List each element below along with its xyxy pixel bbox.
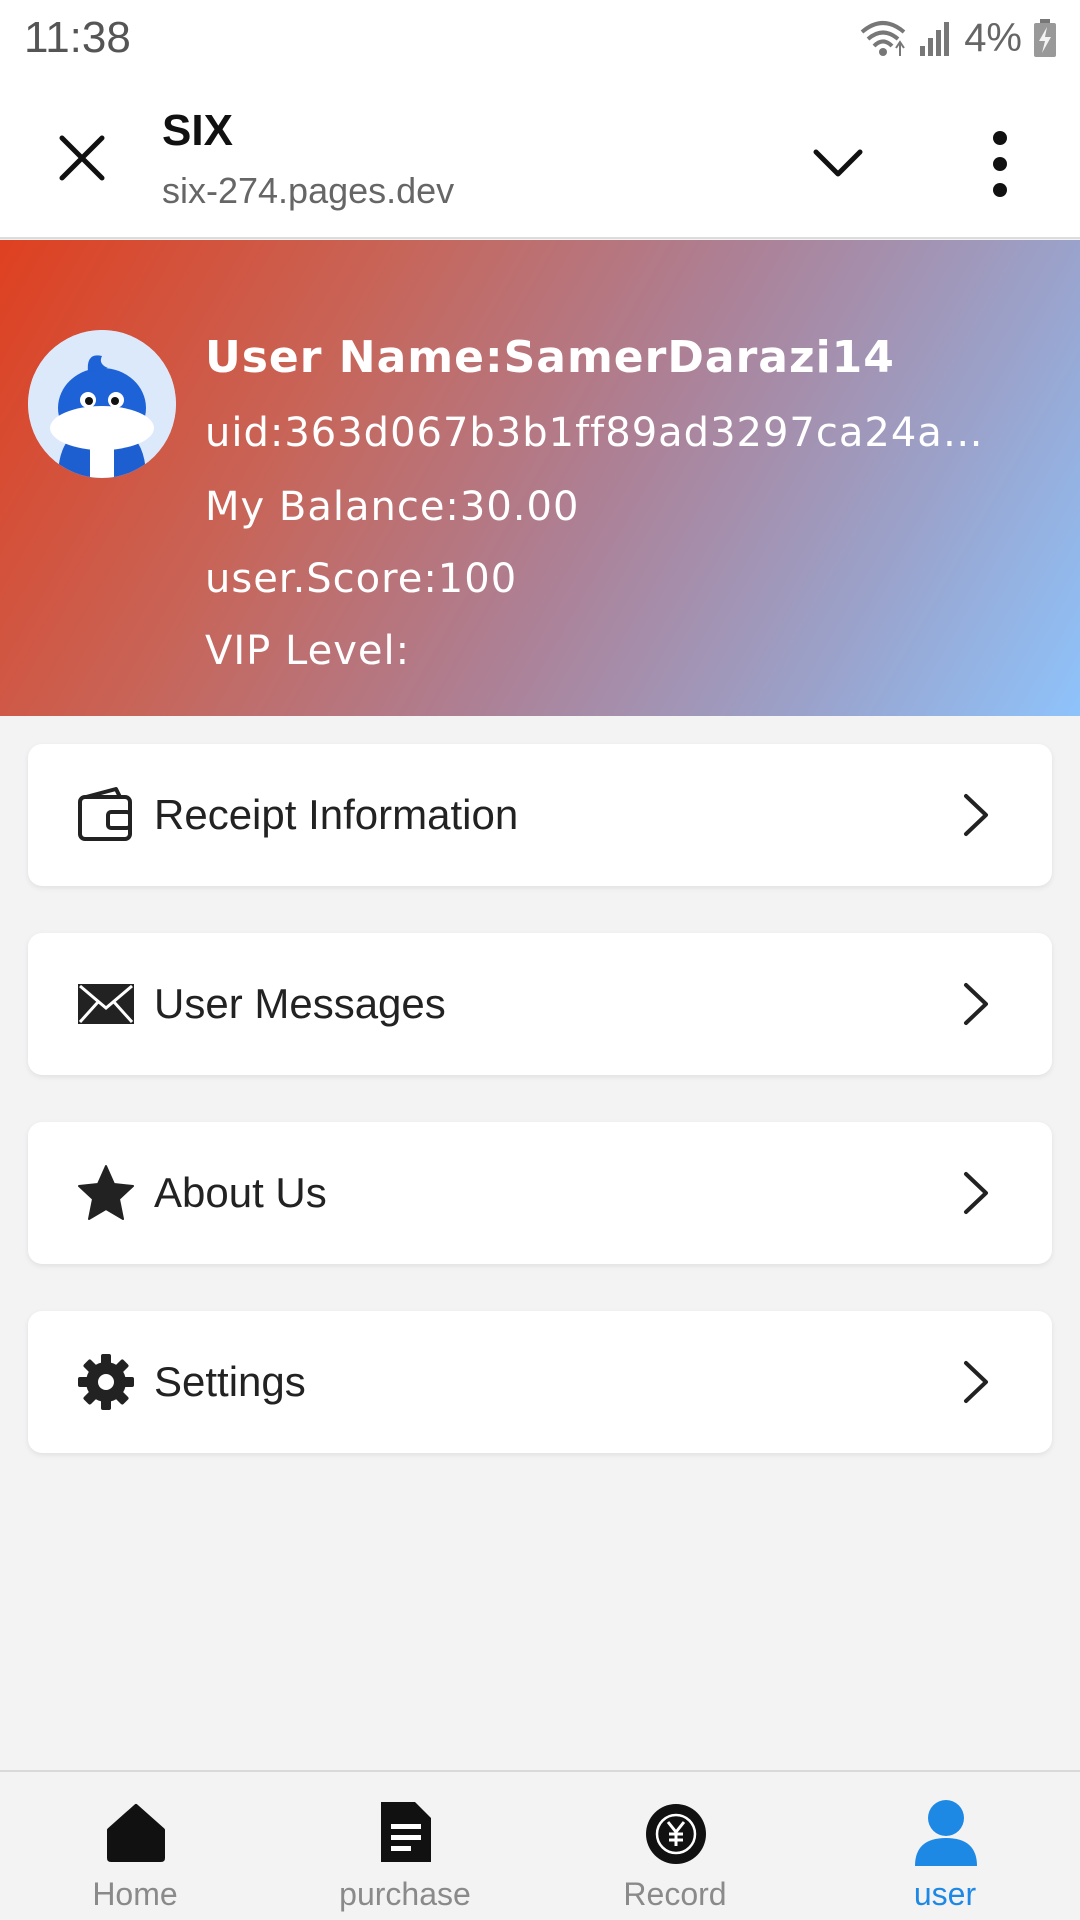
- gear-icon: [78, 1354, 134, 1410]
- nav-user[interactable]: user: [810, 1772, 1080, 1920]
- user-icon: [915, 1800, 977, 1866]
- user-uid: uid:363d067b3b1ff89ad3297ca24a…: [205, 410, 984, 456]
- nav-label: user: [913, 1876, 977, 1912]
- nav-home[interactable]: Home: [0, 1772, 270, 1920]
- document-icon: [381, 1802, 431, 1862]
- chevron-right-icon: [964, 1361, 988, 1403]
- menu-item-about-us[interactable]: About Us: [28, 1122, 1052, 1264]
- user-score: user.Score:100: [205, 556, 518, 602]
- profile-header: User Name:SamerDarazi14 uid:363d067b3b1f…: [0, 240, 1080, 716]
- signal-icon: [920, 22, 950, 56]
- nav-label: Record: [623, 1876, 727, 1912]
- browser-header: SIX six-274.pages.dev: [0, 76, 1080, 239]
- chevron-right-icon: [964, 983, 988, 1025]
- menu-item-label: Receipt Information: [154, 791, 519, 838]
- nav-record[interactable]: Record: [540, 1772, 810, 1920]
- mascot-avatar-icon: [28, 330, 176, 478]
- menu-item-label: User Messages: [154, 980, 446, 1027]
- battery-charging-icon: [1034, 19, 1056, 57]
- status-bar: 11:38 4%: [0, 0, 1080, 76]
- nav-label: purchase: [339, 1876, 471, 1912]
- menu-item-label: About Us: [154, 1169, 327, 1216]
- envelope-icon: [78, 984, 134, 1024]
- nav-label: Home: [92, 1876, 178, 1912]
- menu-item-label: Settings: [154, 1358, 306, 1405]
- vip-level: VIP Level:: [205, 628, 411, 674]
- bottom-nav: Home purchase Record user: [0, 1770, 1080, 1920]
- close-icon[interactable]: [52, 128, 112, 188]
- battery-percent: 4%: [964, 15, 1022, 60]
- wallet-icon: [78, 787, 132, 841]
- chevron-down-icon[interactable]: [810, 136, 866, 192]
- star-icon: [78, 1165, 134, 1220]
- wifi-icon: [860, 21, 906, 56]
- yuan-coin-icon: [646, 1804, 706, 1864]
- status-time: 11:38: [24, 13, 131, 62]
- chevron-right-icon: [964, 1172, 988, 1214]
- nav-purchase[interactable]: purchase: [270, 1772, 540, 1920]
- menu-item-receipt-information[interactable]: Receipt Information: [28, 744, 1052, 886]
- user-balance: My Balance:30.00: [205, 484, 580, 530]
- menu-item-user-messages[interactable]: User Messages: [28, 933, 1052, 1075]
- user-name: User Name:SamerDarazi14: [205, 332, 895, 383]
- status-icons: 4%: [858, 16, 1058, 61]
- avatar: [28, 330, 176, 478]
- page-url: six-274.pages.dev: [162, 170, 455, 211]
- chevron-right-icon: [964, 794, 988, 836]
- page-title: SIX: [162, 106, 233, 155]
- more-options-icon[interactable]: [978, 126, 1022, 202]
- home-icon: [107, 1804, 165, 1862]
- menu-item-settings[interactable]: Settings: [28, 1311, 1052, 1453]
